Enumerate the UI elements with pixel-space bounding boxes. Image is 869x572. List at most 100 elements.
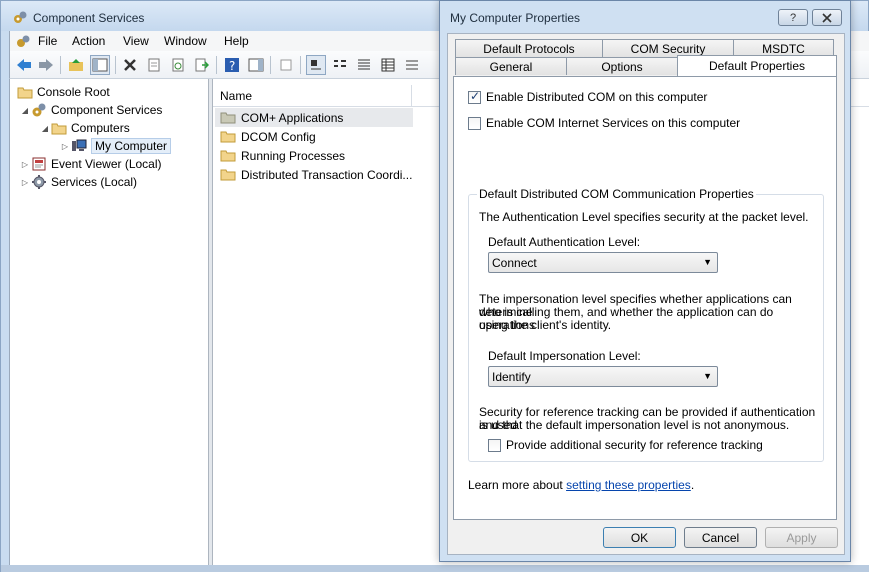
tree-item-my-computer[interactable]: ▷ My Computer	[60, 137, 172, 155]
menu-view[interactable]: View	[123, 34, 149, 48]
cancel-button[interactable]: Cancel	[684, 527, 757, 548]
close-icon	[822, 12, 832, 23]
column-divider[interactable]	[411, 85, 412, 107]
impersonation-description-line3: using the client's identity.	[479, 318, 612, 332]
refresh-icon[interactable]	[168, 55, 188, 75]
learn-more-prefix: Learn more about	[468, 478, 567, 492]
large-icons-view-icon[interactable]	[306, 55, 326, 75]
list-item-label: Running Processes	[241, 148, 346, 163]
reference-tracking-description-line2: and that the default impersonation level…	[479, 418, 790, 432]
help-icon[interactable]: ?	[222, 55, 242, 75]
learn-more-text: Learn more about setting these propertie…	[468, 479, 694, 492]
list-item-label: Distributed Transaction Coordi...	[241, 167, 413, 182]
my-computer-properties-dialog: My Computer Properties ? Default Protoco…	[439, 0, 851, 562]
folder-icon	[219, 167, 237, 183]
tab-default-properties[interactable]: Default Properties	[677, 55, 837, 76]
enable-dcom-checkbox-row[interactable]: Enable Distributed COM on this computer	[468, 89, 708, 104]
tree-item-computers[interactable]: ◢ Computers	[40, 119, 130, 137]
dialog-body: Default Protocols COM Security MSDTC Gen…	[447, 33, 845, 555]
impersonation-level-dropdown[interactable]: Identify ▼	[488, 366, 718, 387]
tree-item-label: Console Root	[37, 85, 110, 99]
up-folder-icon[interactable]	[66, 55, 86, 75]
tab-general[interactable]: General	[455, 57, 567, 75]
tab-default-protocols[interactable]: Default Protocols	[455, 39, 603, 57]
auth-level-label: Default Authentication Level:	[488, 235, 641, 249]
component-services-icon	[13, 10, 27, 24]
tree-item-label: Computers	[71, 121, 130, 135]
services-gear-icon	[30, 174, 48, 190]
expanded-triangle-icon[interactable]: ◢	[20, 106, 30, 115]
taskbar-strip	[1, 565, 869, 572]
dialog-title: My Computer Properties	[450, 11, 581, 25]
new-window-icon[interactable]	[276, 55, 296, 75]
enable-dcom-label: Enable Distributed COM on this computer	[486, 90, 708, 104]
dropdown-arrow-icon: ▼	[703, 371, 712, 381]
folder-icon	[50, 120, 68, 136]
export-list-icon[interactable]	[192, 55, 212, 75]
enable-cis-label: Enable COM Internet Services on this com…	[486, 116, 741, 130]
menu-help[interactable]: Help	[224, 34, 249, 48]
impersonation-level-label: Default Impersonation Level:	[488, 349, 641, 363]
enable-cis-checkbox[interactable]	[468, 116, 481, 130]
learn-more-suffix: .	[690, 478, 695, 492]
forward-arrow-icon[interactable]	[36, 55, 56, 75]
learn-more-link[interactable]: setting these properties	[566, 478, 691, 492]
list-item-label: COM+ Applications	[241, 110, 344, 125]
list-view-icon[interactable]	[354, 55, 374, 75]
tree-item-event-viewer[interactable]: ▷ Event Viewer (Local)	[20, 155, 162, 173]
expanded-triangle-icon[interactable]: ◢	[40, 124, 50, 133]
auth-level-value: Connect	[492, 256, 537, 270]
enable-dcom-checkbox[interactable]	[468, 89, 481, 104]
list-item-label: DCOM Config	[241, 129, 316, 144]
main-window-title: Component Services	[33, 11, 145, 25]
component-services-icon	[30, 102, 48, 118]
auth-level-dropdown[interactable]: Connect ▼	[488, 252, 718, 273]
collapsed-triangle-icon[interactable]: ▷	[20, 178, 30, 187]
tree-item-label: Services (Local)	[51, 175, 138, 189]
dropdown-arrow-icon: ▼	[703, 257, 712, 267]
menu-window[interactable]: Window	[164, 34, 207, 48]
tree-item-label: Event Viewer (Local)	[51, 157, 162, 171]
reference-tracking-checkbox-row[interactable]: Provide additional security for referenc…	[488, 438, 763, 452]
computer-icon	[70, 138, 88, 154]
list-item-distributed-transaction-coordinator[interactable]: Distributed Transaction Coordi...	[215, 165, 413, 184]
reference-tracking-checkbox[interactable]	[488, 438, 501, 452]
detail-view-icon[interactable]	[378, 55, 398, 75]
auth-description: The Authentication Level specifies secur…	[479, 210, 809, 224]
show-hide-console-tree-icon[interactable]	[90, 55, 110, 75]
ok-button[interactable]: OK	[603, 527, 676, 548]
menu-action[interactable]: Action	[72, 34, 105, 48]
small-icons-view-icon[interactable]	[330, 55, 350, 75]
tree-item-component-services[interactable]: ◢ Component Services	[20, 101, 162, 119]
impersonation-level-value: Identify	[492, 370, 531, 384]
show-hide-action-pane-icon[interactable]	[246, 55, 266, 75]
folder-icon	[219, 148, 237, 164]
folder-icon	[219, 110, 237, 126]
tab-options[interactable]: Options	[566, 57, 678, 75]
dialog-help-button[interactable]: ?	[778, 9, 808, 26]
column-name-header[interactable]: Name	[220, 89, 252, 103]
back-arrow-icon[interactable]	[14, 55, 34, 75]
menu-file[interactable]: File	[38, 34, 57, 48]
apply-button[interactable]: Apply	[765, 527, 838, 548]
default-properties-panel: Enable Distributed COM on this computer …	[453, 76, 837, 520]
group-title: Default Distributed COM Communication Pr…	[477, 187, 756, 201]
dcom-communication-group: Default Distributed COM Communication Pr…	[468, 187, 824, 462]
menu-app-icon[interactable]	[16, 34, 30, 48]
reference-tracking-label: Provide additional security for referenc…	[506, 438, 763, 452]
event-viewer-icon	[30, 156, 48, 172]
dialog-close-button[interactable]	[812, 9, 842, 26]
tree-item-label: My Computer	[91, 138, 172, 154]
properties-icon[interactable]	[144, 55, 164, 75]
list-item-running-processes[interactable]: Running Processes	[215, 146, 413, 165]
delete-icon[interactable]	[120, 55, 140, 75]
collapsed-triangle-icon[interactable]: ▷	[60, 142, 70, 151]
tree-item-services[interactable]: ▷ Services (Local)	[20, 173, 137, 191]
collapsed-triangle-icon[interactable]: ▷	[20, 160, 30, 169]
folder-icon	[16, 84, 34, 100]
enable-cis-checkbox-row[interactable]: Enable COM Internet Services on this com…	[468, 116, 740, 130]
list-item-dcom-config[interactable]: DCOM Config	[215, 127, 413, 146]
tree-item-console-root[interactable]: Console Root	[16, 83, 110, 101]
status-view-icon[interactable]	[402, 55, 422, 75]
list-item-com-applications[interactable]: COM+ Applications	[215, 108, 413, 127]
